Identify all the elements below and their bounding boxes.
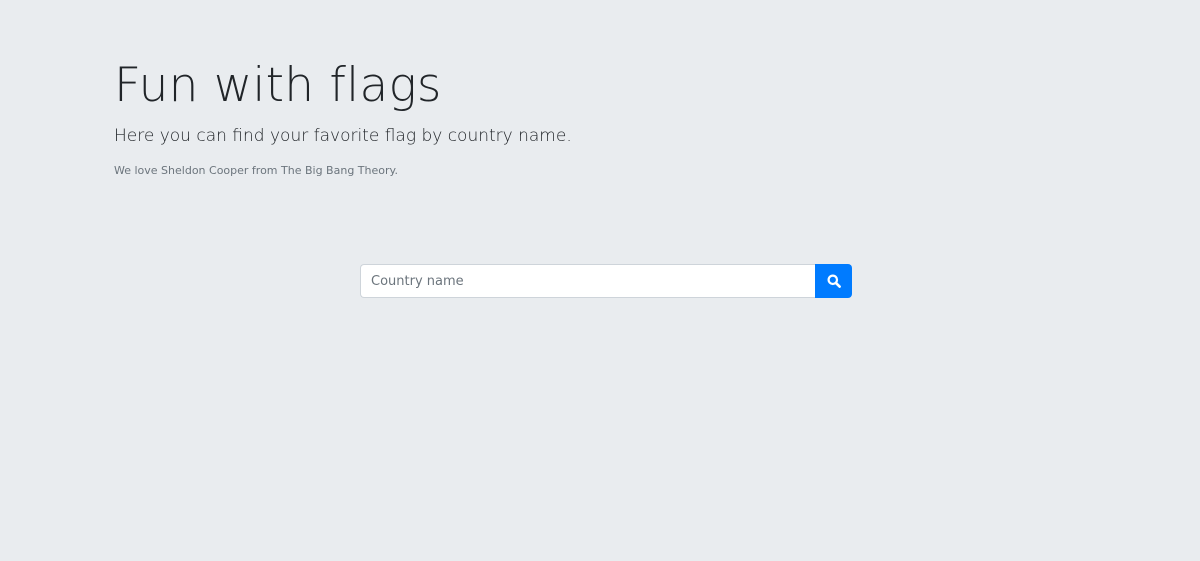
page-title: Fun with flags — [114, 58, 442, 113]
search-button[interactable] — [815, 264, 852, 298]
search-group — [360, 264, 852, 298]
page-note: We love Sheldon Cooper from The Big Bang… — [114, 164, 398, 177]
search-input[interactable] — [360, 264, 816, 298]
search-icon — [827, 274, 841, 288]
page-subtitle: Here you can find your favorite flag by … — [114, 126, 572, 146]
